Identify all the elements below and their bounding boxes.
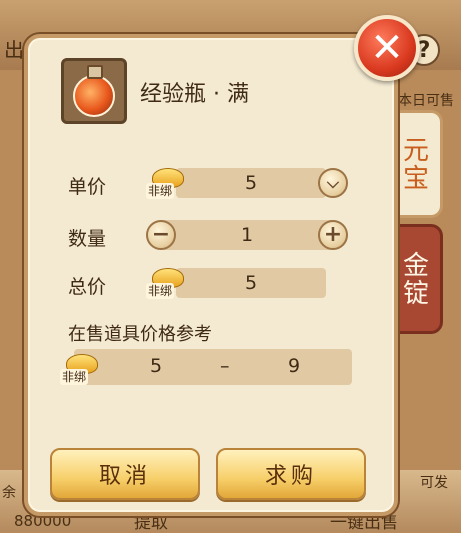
quantity-plus-button[interactable]: +: [318, 220, 348, 250]
ingot-icon: 非绑: [60, 352, 104, 390]
item-icon-frame: [61, 58, 127, 124]
unbound-tag: 非绑: [146, 283, 175, 299]
request-buy-button[interactable]: 求购: [216, 448, 366, 500]
cancel-button[interactable]: 取消: [50, 448, 200, 500]
unit-price-value: 5: [244, 172, 258, 194]
total-price-value: 5: [244, 272, 258, 294]
unbound-tag: 非绑: [60, 369, 89, 385]
reference-min-price: 5: [150, 355, 163, 377]
ingot-icon: 非绑: [146, 166, 190, 204]
bg-bottom-right-text: 可发: [420, 475, 448, 491]
unit-price-field[interactable]: 5: [176, 168, 326, 198]
total-price-field: 5: [176, 268, 326, 298]
chevron-down-icon: ⌵: [326, 173, 340, 192]
bg-top-right-text: 本日可售: [398, 93, 454, 109]
unit-price-label: 单价: [68, 176, 107, 198]
unbound-tag: 非绑: [146, 183, 175, 199]
quantity-value: 1: [240, 224, 254, 246]
reference-max-price: 9: [288, 355, 301, 377]
quantity-label: 数量: [68, 228, 107, 250]
price-reference-title: 在售道具价格参考: [68, 324, 212, 345]
minus-icon: −: [151, 222, 171, 247]
ingot-icon: 非绑: [146, 266, 190, 304]
bg-bottom-left-label: 余: [2, 485, 16, 501]
total-price-label: 总价: [68, 276, 107, 298]
close-button[interactable]: ✕: [354, 15, 420, 81]
quantity-field[interactable]: 1: [160, 220, 334, 250]
price-reference-bar: 5 – 9: [74, 349, 352, 385]
price-dropdown-button[interactable]: ⌵: [318, 168, 348, 198]
close-icon: ✕: [370, 25, 404, 71]
item-name: 经验瓶 · 满: [140, 82, 249, 107]
quantity-minus-button[interactable]: −: [146, 220, 176, 250]
plus-icon: +: [323, 222, 343, 247]
bg-top-left-text: 出: [4, 38, 24, 62]
reference-dash: –: [220, 355, 230, 377]
potion-bottle-icon: [73, 65, 115, 117]
